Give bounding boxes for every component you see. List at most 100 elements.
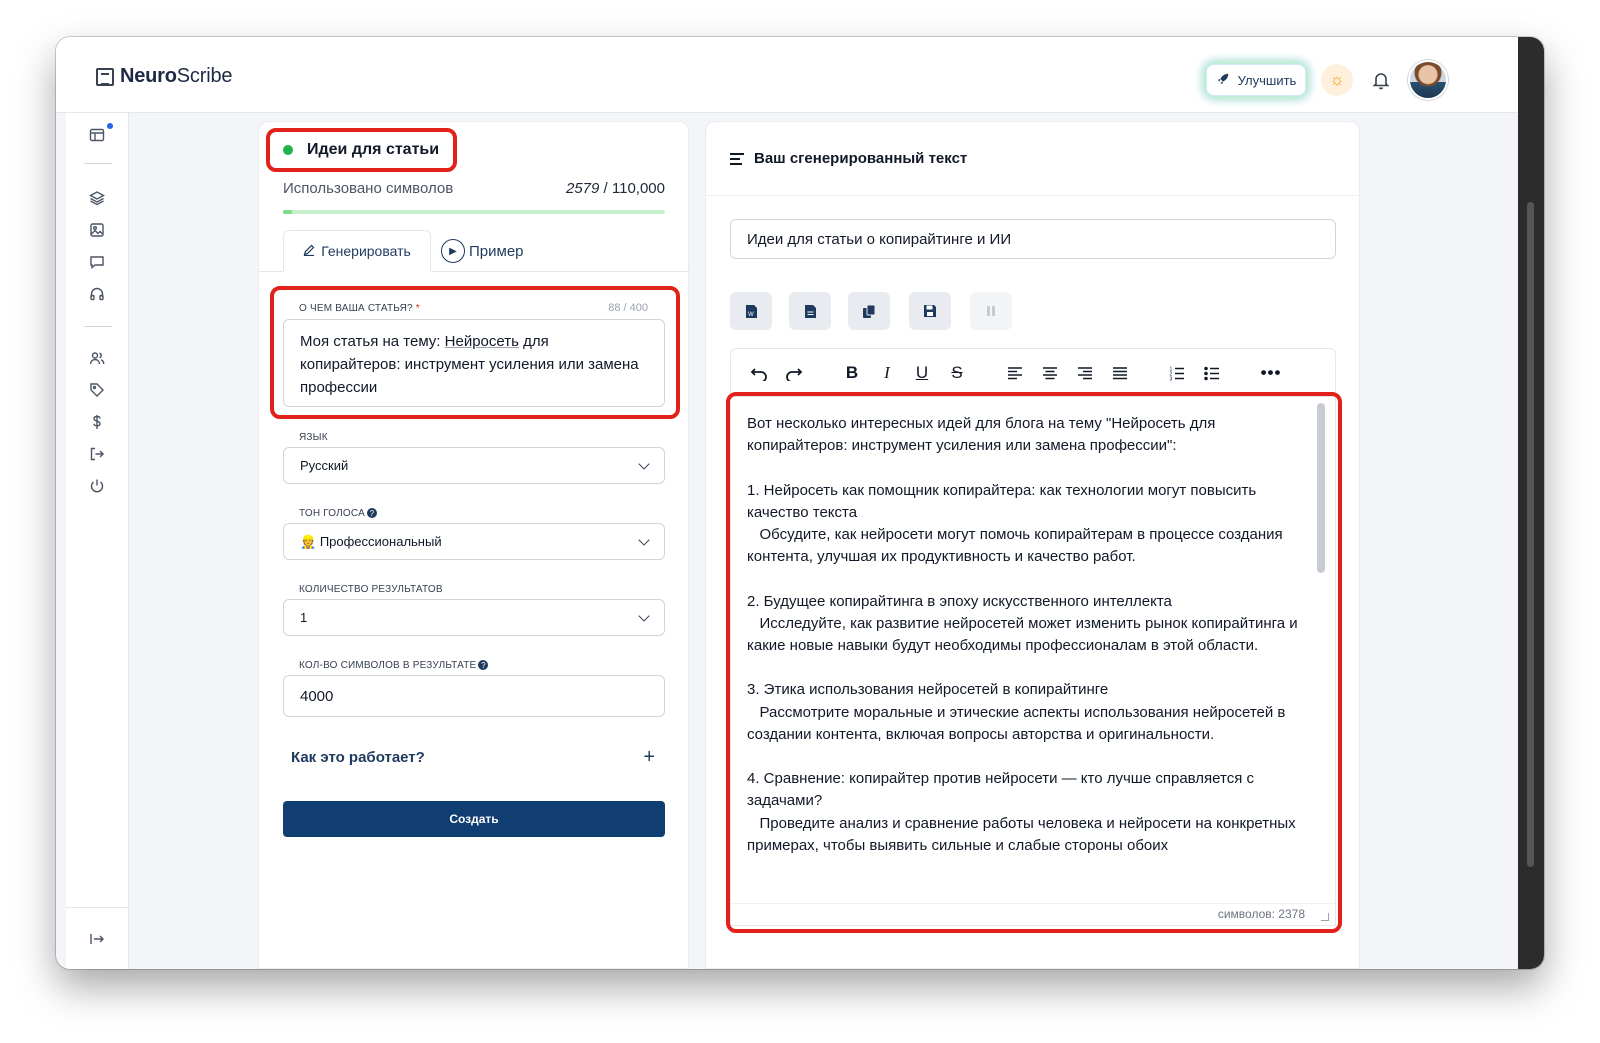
sidebar-divider [84,163,112,164]
window-scrollbar[interactable] [1518,37,1544,969]
pause-icon [987,306,995,316]
align-justify-icon[interactable] [1109,359,1131,387]
results-value: 1 [300,610,308,625]
users-icon[interactable] [88,349,106,367]
strikethrough-icon[interactable]: S [946,359,968,387]
dollar-icon[interactable] [88,413,106,431]
bold-icon[interactable]: B [841,359,863,387]
upgrade-label: Улучшить [1237,72,1297,88]
notifications-bell-icon[interactable] [1366,64,1396,96]
chat-icon[interactable] [88,253,106,271]
output-header: Ваш сгенерированный текст [706,122,1361,196]
user-avatar[interactable] [1408,60,1448,100]
export-doc-button[interactable] [789,292,831,330]
tone-select[interactable]: 👷 Профессиональный [283,523,665,560]
redo-icon[interactable] [782,359,806,387]
logo[interactable]: NeuroScribe [96,65,232,88]
align-center-icon[interactable] [1039,359,1061,387]
topic-counter: 88 / 400 [608,302,648,314]
language-select[interactable]: Русский [283,447,665,484]
notification-dot [107,123,113,129]
file-icon [804,304,816,318]
usage-progress-bar [283,210,665,214]
tag-icon[interactable] [88,381,106,399]
theme-toggle-sun-icon[interactable]: ☼ [1321,64,1353,96]
results-select[interactable]: 1 [283,599,665,636]
status-dot [283,145,293,155]
topic-label: О ЧЕМ ВАША СТАТЬЯ? * [299,303,420,314]
usage-progress-fill [283,210,292,214]
tab-generate[interactable]: Генерировать [283,230,431,272]
chevron-down-icon [638,533,650,546]
sidebar [66,113,129,969]
help-icon: ? [366,508,377,519]
save-button[interactable] [909,292,951,330]
topic-textarea[interactable]: Моя статья на тему: Нейросеть для копира… [283,319,665,407]
create-button[interactable]: Создать [283,801,665,837]
top-bar: NeuroScribe Улучшить ☼ [56,37,1518,113]
bullet-list-icon[interactable] [1201,359,1223,387]
language-label: ЯЗЫК [299,432,328,443]
text-align-left-icon [730,152,744,165]
usage-label: Использовано символов [283,180,454,197]
editor-scrollbar[interactable] [1317,403,1325,573]
copy-button[interactable] [848,292,890,330]
logout-icon[interactable] [88,445,106,463]
logo-icon [96,67,114,86]
how-it-works-label: Как это работает? [291,749,425,766]
svg-text:3: 3 [1170,376,1173,381]
collapse-arrow-icon[interactable] [88,930,106,948]
more-options-icon[interactable]: ••• [1259,359,1283,387]
app-window: NeuroScribe Улучшить ☼ Идеи для статьи И… [56,37,1544,969]
undo-icon[interactable] [747,359,771,387]
tab-example-label: Пример [469,242,524,260]
tab-example[interactable]: ▶ Пример [441,230,524,272]
export-word-button[interactable]: W [730,292,772,330]
output-title: Ваш сгенерированный текст [754,150,968,167]
tone-label: ТОН ГОЛОСА? [299,508,377,519]
align-left-icon[interactable] [1004,359,1026,387]
chevron-down-icon [638,609,650,622]
layers-icon[interactable] [88,189,106,207]
dashboard-grid-icon[interactable] [88,126,106,144]
sidebar-divider [84,326,112,327]
resize-grip-icon[interactable] [1321,913,1329,921]
scrollbar-thumb[interactable] [1527,202,1534,867]
svg-text:W: W [748,312,754,318]
align-right-icon[interactable] [1074,359,1096,387]
italic-icon[interactable]: I [876,359,898,387]
chars-label: КОЛ-ВО СИМВОЛОВ В РЕЗУЛЬТАТЕ? [299,660,489,671]
headphones-icon[interactable] [88,285,106,303]
editor-footer: символов: 2378 [731,903,1335,925]
language-value: Русский [300,458,349,473]
play-icon: ▶ [441,239,465,263]
pause-button[interactable] [970,292,1012,330]
tab-generate-label: Генерировать [321,243,411,259]
help-icon: ? [478,660,489,671]
output-panel: Ваш сгенерированный текст Идеи для стать… [705,121,1361,969]
results-label: КОЛИЧЕСТВО РЕЗУЛЬТАТОВ [299,584,443,595]
upgrade-button[interactable]: Улучшить [1206,64,1306,96]
underline-icon[interactable]: U [911,359,933,387]
power-icon[interactable] [88,477,106,495]
how-it-works-toggle[interactable]: Как это работает? + [291,747,655,767]
rocket-icon [1216,72,1230,89]
editor-content[interactable]: Вот несколько интересных идей для блога … [747,413,1317,857]
document-title-input[interactable]: Идеи для статьи о копирайтинге и ИИ [730,219,1336,259]
word-file-icon: W [745,304,757,318]
logo-text: NeuroScribe [120,65,233,87]
pencil-icon [303,243,315,259]
editor-toolbar: B I U S 123 ••• [730,348,1336,396]
usage-count: 2579 / 110,000 [566,180,665,197]
usage-row: Использовано символов 2579 / 110,000 [283,180,665,197]
tool-title: Идеи для статьи [267,129,453,171]
copy-icon [862,304,875,318]
chars-input[interactable]: 4000 [283,675,665,717]
tone-value: 👷 Профессиональный [300,533,442,549]
chevron-down-icon [638,457,650,470]
generator-panel: Идеи для статьи Использовано символов 25… [258,121,690,969]
text-editor[interactable]: Вот несколько интересных идей для блога … [730,396,1336,926]
image-icon[interactable] [88,221,106,239]
save-icon [924,305,936,317]
numbered-list-icon[interactable]: 123 [1166,359,1188,387]
